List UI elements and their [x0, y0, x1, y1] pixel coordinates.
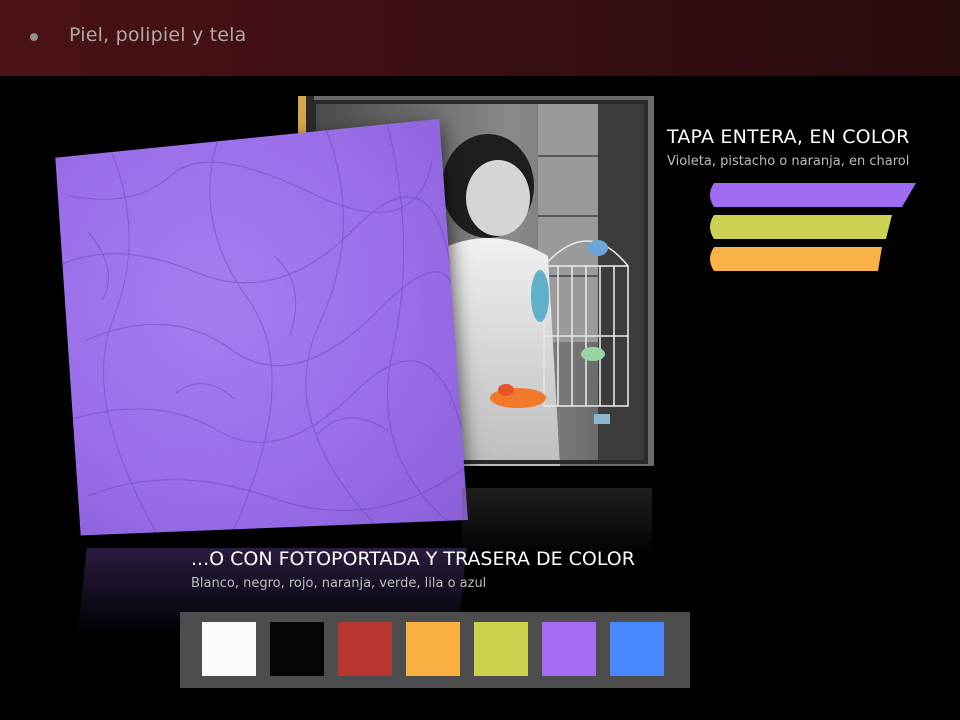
bullet-icon	[30, 33, 38, 41]
color-chip-rojo	[338, 622, 392, 676]
color-chip-negro	[270, 622, 324, 676]
title-bar: Piel, polipiel y tela	[0, 0, 960, 76]
violet-cover-album	[55, 118, 468, 536]
slide-title: Piel, polipiel y tela	[69, 24, 247, 46]
full-cover-subtitle: Violeta, pistacho o naranja, en charol	[667, 154, 910, 169]
color-chip-blanco	[202, 622, 256, 676]
color-strip-naranja	[710, 247, 882, 271]
color-chip-naranja	[406, 622, 460, 676]
leather-texture	[55, 119, 468, 536]
full-cover-heading: TAPA ENTERA, EN COLOR	[667, 126, 910, 148]
cover-color-strips	[710, 183, 916, 271]
color-strip-violeta	[710, 183, 916, 207]
color-chip-azul	[610, 622, 664, 676]
color-chip-lila	[542, 622, 596, 676]
photo-cover-subtitle: Blanco, negro, rojo, naranja, verde, lil…	[191, 576, 487, 591]
back-color-palette	[180, 612, 690, 688]
color-strip-pistacho	[710, 215, 892, 239]
photo-cover-heading: ...O CON FOTOPORTADA Y TRASERA DE COLOR	[191, 548, 635, 570]
color-chip-verde	[474, 622, 528, 676]
